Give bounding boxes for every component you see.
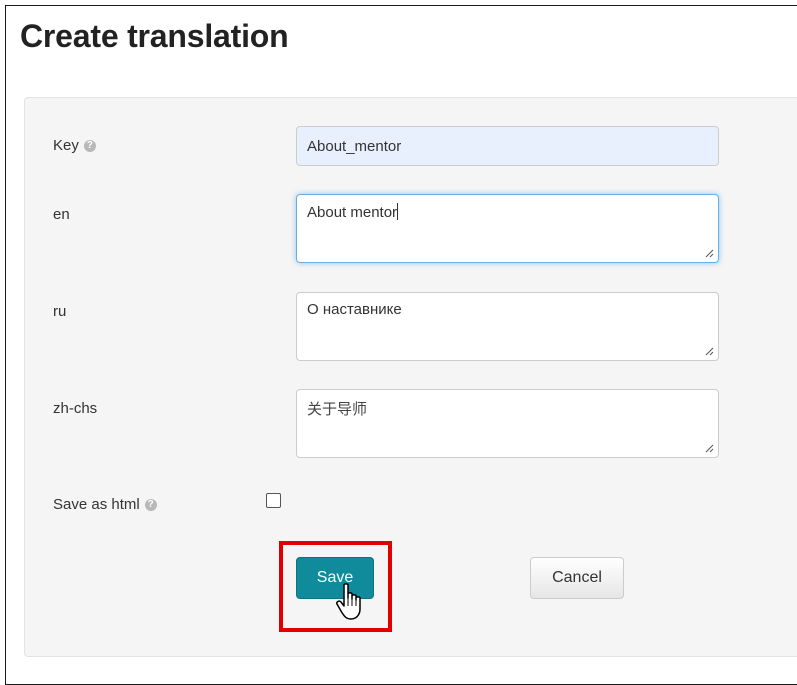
zh-label: zh-chs bbox=[53, 400, 97, 417]
save-as-html-label: Save as html bbox=[53, 496, 140, 513]
en-textarea[interactable]: About mentor bbox=[296, 194, 719, 263]
zh-value: 关于导师 bbox=[307, 401, 368, 418]
save-as-html-label-row: Save as html ? bbox=[53, 496, 157, 513]
key-label-row: Key ? bbox=[53, 137, 96, 154]
hand-cursor-icon bbox=[336, 583, 361, 620]
text-caret bbox=[397, 203, 399, 220]
en-label: en bbox=[53, 206, 70, 223]
resize-grip-icon[interactable] bbox=[704, 248, 714, 258]
page-title: Create translation bbox=[20, 18, 289, 54]
en-label-text: en bbox=[53, 206, 70, 223]
resize-grip-icon[interactable] bbox=[704, 346, 714, 356]
save-as-html-checkbox[interactable] bbox=[266, 493, 281, 508]
help-icon[interactable]: ? bbox=[144, 498, 157, 511]
form-panel bbox=[24, 97, 797, 657]
en-value: About mentor bbox=[307, 204, 398, 221]
ru-label-text: ru bbox=[53, 303, 67, 320]
zh-textarea[interactable]: 关于导师 bbox=[296, 389, 719, 458]
zh-label-text: zh-chs bbox=[53, 400, 98, 417]
cancel-button[interactable]: Cancel bbox=[530, 557, 624, 599]
ru-label: ru bbox=[53, 303, 66, 320]
ru-value: О наставнике bbox=[307, 301, 402, 318]
key-value: About_mentor bbox=[307, 138, 402, 155]
resize-grip-icon[interactable] bbox=[704, 443, 714, 453]
key-label: Key bbox=[53, 137, 79, 154]
help-icon[interactable]: ? bbox=[83, 139, 96, 152]
ru-textarea[interactable]: О наставнике bbox=[296, 292, 719, 361]
key-input[interactable]: About_mentor bbox=[296, 126, 719, 166]
